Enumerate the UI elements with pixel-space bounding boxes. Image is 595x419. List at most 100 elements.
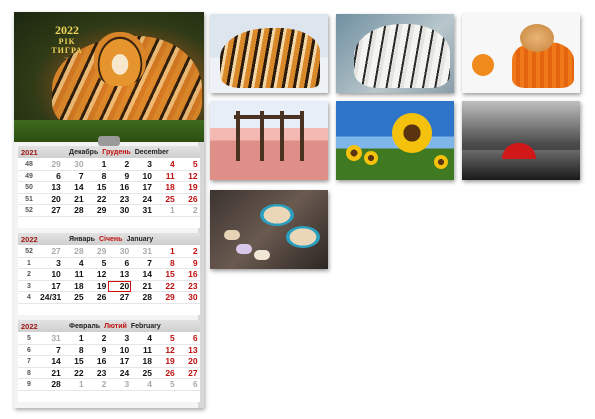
kitten-head (520, 24, 554, 52)
day-cell: 1 (85, 159, 109, 171)
week-number: 52 (18, 246, 40, 258)
day-cell: 14 (62, 182, 86, 194)
day-cell: 23 (108, 194, 132, 205)
week-number: 52 (18, 205, 40, 217)
day-cell: 6 (176, 333, 200, 345)
day-cell: 28 (62, 205, 86, 217)
day-cell: 16 (176, 269, 200, 281)
day-cell: 11 (131, 345, 154, 356)
thumbnail-sunflowers[interactable] (336, 101, 454, 180)
day-cell: 18 (62, 281, 86, 292)
coffee-cup (260, 204, 294, 226)
day-cell: 4 (62, 258, 86, 269)
day-cell: 30 (108, 205, 132, 217)
day-cell: 19 (176, 182, 200, 194)
day-cell: 14 (40, 356, 63, 368)
day-cell: 1 (62, 379, 86, 391)
week-number: 1 (18, 258, 40, 269)
day-cell: 10 (131, 171, 154, 182)
thumbnail-pink-lake-pier[interactable] (210, 101, 328, 180)
day-cell: 6 (40, 171, 63, 182)
day-cell: 22 (62, 368, 86, 379)
day-cell: 28 (40, 379, 63, 391)
month-header: 2022 Февраль Лютий February (18, 320, 200, 332)
day-cell: 3 (40, 258, 63, 269)
day-cell: 14 (131, 269, 154, 281)
day-cell: 27 (40, 205, 63, 217)
day-cell: 4 (131, 333, 154, 345)
week-number: 48 (18, 159, 40, 171)
day-cell: 7 (62, 171, 86, 182)
week-number: 2 (18, 269, 40, 281)
day-cell: 12 (153, 345, 177, 356)
sunflower (346, 145, 362, 161)
day-cell: 13 (40, 182, 63, 194)
thumbnail-coffee-and-macarons[interactable] (210, 190, 328, 269)
day-cell: 9 (108, 171, 132, 182)
thumbnail-tiger-on-snow[interactable] (210, 14, 328, 93)
calendar-header-tiger-image: 2022 РІК ТИГРА ~•~ (14, 12, 204, 142)
month-name-ua: Грудень (102, 148, 131, 156)
thumbnail-rainy-street[interactable] (462, 101, 580, 180)
month-header: 2021 Декабрь Грудень December (18, 146, 200, 158)
week-number: 9 (18, 379, 40, 391)
year-badge: 2022 РІК ТИГРА ~•~ (40, 23, 94, 61)
day-cell: 22 (153, 281, 177, 292)
day-cell: 5 (176, 159, 200, 171)
day-cell: 10 (108, 345, 132, 356)
tiger-figure (220, 28, 320, 88)
day-cell: 25 (153, 194, 177, 205)
day-grid: 52 27 28 29 30 31 1 2 1 3 4 5 6 7 8 9 2 10 11 12 13 14 15 16 3 17… (18, 246, 200, 315)
day-cell: 30 (176, 292, 200, 304)
day-cell: 13 (176, 345, 200, 356)
day-cell: 29 (85, 205, 109, 217)
day-cell: 1 (153, 246, 177, 258)
week-number: 8 (18, 368, 40, 379)
day-cell: 28 (131, 292, 154, 304)
day-cell: 8 (153, 258, 177, 269)
day-cell: 5 (153, 333, 177, 345)
coffee-cup (286, 226, 320, 248)
week-number: 51 (18, 194, 40, 205)
day-cell: 25 (62, 292, 86, 304)
month-name-en: January (126, 235, 154, 243)
day-cell: 20 (40, 194, 63, 205)
month-header: 2022 Январь Січень January (18, 233, 200, 245)
day-cell: 1 (62, 333, 86, 345)
thumbnail-kitten-in-sweater[interactable] (462, 14, 580, 93)
day-cell: 25 (131, 368, 154, 379)
day-cell: 8 (85, 171, 109, 182)
day-cell: 19 (85, 281, 109, 292)
month-name-ru: Январь (69, 235, 95, 243)
day-cell: 26 (176, 194, 200, 205)
day-cell: 2 (176, 246, 200, 258)
day-cell: 23 (176, 281, 200, 292)
tiger-head (94, 32, 146, 86)
day-cell: 31 (131, 205, 154, 217)
day-cell: 18 (131, 356, 154, 368)
day-cell: 26 (153, 368, 177, 379)
day-cell: 18 (153, 182, 177, 194)
day-cell: 9 (176, 258, 200, 269)
day-cell: 6 (108, 258, 132, 269)
month-year: 2021 (21, 147, 38, 157)
month-year: 2022 (21, 321, 38, 331)
badge-year: 2022 (55, 23, 79, 37)
day-grid: 5 31 1 2 3 4 5 6 6 7 8 9 10 11 12 13 7 14 15 16 17 18 19 20 8 21 2… (18, 333, 200, 402)
day-cell: 7 (131, 258, 154, 269)
day-cell: 15 (62, 356, 86, 368)
wall-calendar: 2022 РІК ТИГРА ~•~ 2021 Декабрь Грудень Dec… (14, 12, 204, 408)
day-cell: 31 (40, 333, 63, 345)
badge-line2: ТИГРА (51, 46, 83, 55)
thumbnail-white-tiger[interactable] (336, 14, 454, 93)
sunflower (392, 113, 432, 153)
day-cell: 22 (85, 194, 109, 205)
day-cell: 15 (153, 269, 177, 281)
day-cell: 2 (176, 205, 200, 217)
day-cell: 15 (85, 182, 109, 194)
pier-beam (234, 115, 304, 119)
calendar-spiral (98, 136, 120, 146)
day-cell: 16 (85, 356, 109, 368)
day-cell: 21 (62, 194, 86, 205)
month-block-january: 2022 Январь Січень January 52 27 28 29 30 31 1 2 1 3 4… (18, 233, 200, 315)
